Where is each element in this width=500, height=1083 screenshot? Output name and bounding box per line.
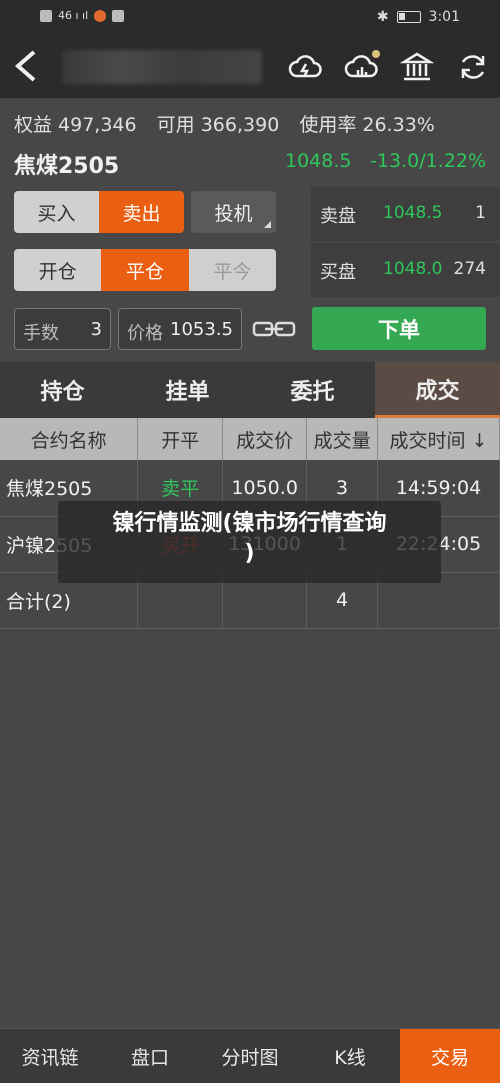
clock: 3:01: [428, 9, 460, 25]
ask-label: 卖盘: [320, 206, 356, 227]
usage-rate: 使用率 26.33%: [299, 114, 435, 136]
price-change: -13.0/1.22%: [370, 150, 486, 172]
ask-price: 1048.5: [383, 203, 443, 223]
quantity-field[interactable]: 手数 3: [14, 308, 111, 350]
col-offset[interactable]: 开平: [137, 418, 224, 460]
notification-dot: [372, 50, 380, 58]
app-notification-icon: [94, 9, 107, 22]
tab-positions[interactable]: 持仓: [0, 362, 125, 418]
notification-icon: [40, 9, 52, 22]
direction-selector: 买入 卖出: [14, 191, 184, 233]
nav-intraday[interactable]: 分时图: [200, 1029, 300, 1083]
watermark-line1: 镍行情监测(镍市场行情查询: [112, 511, 387, 536]
contract-name[interactable]: 焦煤2505: [14, 148, 119, 180]
equity: 权益 497,346: [14, 114, 137, 136]
nav-trade[interactable]: 交易: [400, 1029, 500, 1083]
close-button[interactable]: 平仓: [101, 249, 189, 291]
bid-price: 1048.0: [383, 259, 443, 279]
ask-volume: 1: [475, 203, 486, 223]
tab-bar: 持仓 挂单 委托 成交: [0, 362, 500, 418]
account-title-blurred: [62, 50, 262, 84]
close-today-button[interactable]: 平今: [188, 249, 276, 291]
speculation-dropdown[interactable]: 投机: [191, 191, 276, 233]
tab-orders[interactable]: 委托: [250, 362, 375, 418]
bank-icon[interactable]: [399, 50, 435, 84]
place-order-button[interactable]: 下单: [312, 307, 486, 350]
bid-label: 买盘: [320, 262, 356, 283]
col-time[interactable]: 成交时间 ↓: [377, 418, 500, 460]
col-contract[interactable]: 合约名称: [0, 418, 139, 460]
price-field[interactable]: 价格 1053.5: [118, 308, 242, 350]
cloud-sync-icon[interactable]: [288, 50, 322, 84]
tab-trades[interactable]: 成交: [375, 362, 500, 418]
price-label: 价格: [127, 323, 163, 344]
top-bar: [0, 36, 500, 98]
watermark-line2: ): [244, 541, 255, 566]
col-volume[interactable]: 成交量: [306, 418, 379, 460]
available: 可用 366,390: [156, 114, 280, 136]
bottom-nav: 资讯链 盘口 分时图 K线 交易: [0, 1028, 500, 1083]
sell-button[interactable]: 卖出: [99, 191, 184, 233]
tab-pending[interactable]: 挂单: [125, 362, 250, 418]
col-price[interactable]: 成交价: [222, 418, 308, 460]
bluetooth-icon: ✱: [376, 9, 389, 25]
signal-text: 46 ı ıl: [58, 9, 89, 22]
refresh-icon[interactable]: [456, 50, 490, 84]
table-header: 合约名称 开平 成交价 成交量 成交时间 ↓: [0, 418, 500, 460]
buy-button[interactable]: 买入: [14, 191, 99, 233]
link-icon[interactable]: [251, 318, 297, 340]
account-summary: 权益 497,346 可用 366,390 使用率 26.33%: [14, 110, 449, 137]
nav-orderbook[interactable]: 盘口: [100, 1029, 200, 1083]
back-icon[interactable]: [10, 48, 44, 84]
nav-kline[interactable]: K线: [300, 1029, 400, 1083]
watermark-overlay: 镍行情监测(镍市场行情查询 ): [58, 501, 441, 583]
media-icon: [112, 9, 125, 22]
offset-selector: 开仓 平仓 平今: [14, 249, 276, 291]
battery-icon: [396, 11, 421, 23]
price-value: 1053.5: [170, 319, 233, 340]
nav-news[interactable]: 资讯链: [0, 1029, 100, 1083]
bid-volume: 274: [453, 259, 486, 279]
last-price: 1048.5: [285, 150, 352, 172]
cloud-chart-icon[interactable]: [344, 50, 380, 84]
quantity-value: 3: [90, 319, 102, 340]
open-button[interactable]: 开仓: [14, 249, 102, 291]
status-bar: 46 ı ıl ✱ 3:01: [0, 0, 500, 36]
ask-quote[interactable]: 卖盘 1048.5 1: [311, 187, 500, 241]
quantity-label: 手数: [23, 323, 59, 344]
bid-quote[interactable]: 买盘 1048.0 274: [311, 243, 500, 297]
